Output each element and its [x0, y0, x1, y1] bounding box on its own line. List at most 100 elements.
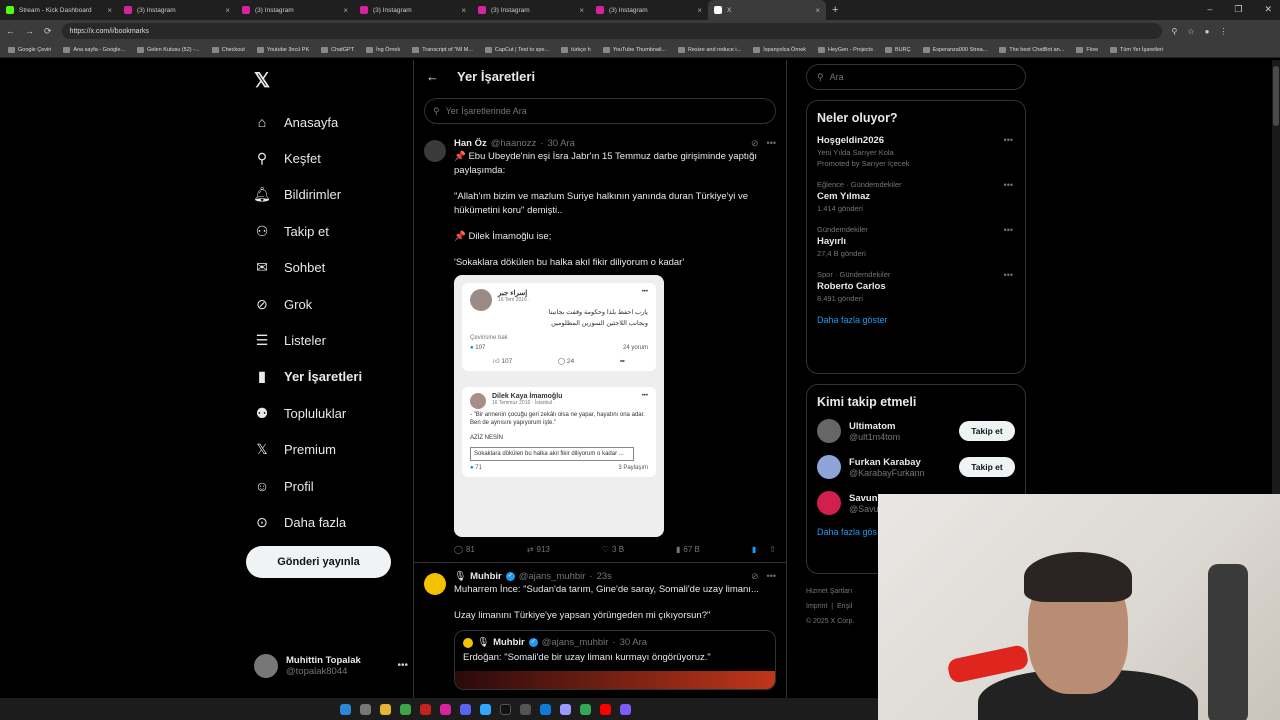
app-icon[interactable]	[619, 703, 631, 715]
more-dots-icon[interactable]: •••	[767, 138, 776, 149]
post-button[interactable]: Gönderi yayınla	[246, 546, 391, 578]
bookmark-item[interactable]: BURÇ	[884, 46, 911, 53]
follow-suggestion[interactable]: Furkan Karabay @KarabayFurkann Takip et	[817, 455, 1015, 479]
close-icon[interactable]: ×	[343, 6, 348, 15]
views-button[interactable]: ▮ 67 B	[676, 545, 700, 554]
follow-button[interactable]: Takip et	[959, 421, 1015, 441]
reload-icon[interactable]: ⟳	[44, 26, 52, 37]
tweet[interactable]: Han Öz @haanozz · 30 Ara ⊘ ••• 📌 Ebu Ube…	[414, 130, 786, 563]
bookmark-item[interactable]: Transcript of "MI M...	[412, 46, 473, 53]
bookmark-item[interactable]: YouTube Thumbnail...	[602, 46, 666, 53]
bookmark-item[interactable]: CapCut | Text to spe...	[484, 46, 549, 53]
after-effects-icon[interactable]	[559, 703, 571, 715]
bookmark-item[interactable]: Esperanza000 Strea...	[922, 46, 987, 53]
bookmark-item[interactable]: Youtube 3ncü PK	[256, 46, 309, 53]
tweet-time[interactable]: 30 Ara	[547, 138, 574, 149]
close-icon[interactable]: ×	[225, 6, 230, 15]
close-icon[interactable]: ×	[697, 6, 702, 15]
windows-start-icon[interactable]	[339, 703, 351, 715]
trend-item[interactable]: Eğlence · Gündemdekiler Cem Yılmaz 1.414 g…	[817, 180, 1015, 213]
page-scrollbar[interactable]	[1272, 60, 1280, 500]
more-dots-icon[interactable]: •••	[397, 660, 408, 671]
browser-tab[interactable]: (3) Instagram ×	[354, 0, 472, 20]
bookmark-item[interactable]: İng Örnek	[366, 46, 400, 53]
bookmark-item[interactable]: Gelen Kutusu (52) -...	[137, 46, 200, 53]
footer-link[interactable]: Hizmet Şartları	[806, 588, 852, 595]
back-arrow-icon[interactable]: ←	[426, 69, 439, 84]
nav-item[interactable]: ⊙ Daha fazla	[246, 504, 412, 540]
trend-item[interactable]: Gündemdekiler Hayırlı 27,4 B gönderi •••	[817, 225, 1015, 258]
bookmark-item[interactable]: Resize and reduce i...	[678, 46, 741, 53]
search-input[interactable]: ⚲ Ara	[806, 64, 1026, 90]
instagram-icon[interactable]	[439, 703, 451, 715]
trend-item[interactable]: Spor · Gündemdekiler Roberto Carlos 8.491 …	[817, 270, 1015, 303]
forward-arrow-icon[interactable]: →	[25, 26, 34, 36]
reply-button[interactable]: ◯ 81	[454, 545, 475, 554]
bookmark-item[interactable]: İspanyolca Örnek	[753, 46, 806, 53]
tweet-time[interactable]: 23s	[597, 571, 612, 582]
more-dots-icon[interactable]: •••	[1004, 225, 1013, 235]
bookmark-item[interactable]: The best ChatBot an...	[999, 46, 1064, 53]
bookmark-item[interactable]: Google Çeviri	[8, 46, 51, 53]
nav-item[interactable]: ✉ Sohbet	[246, 250, 412, 286]
bookmark-item[interactable]: Flow	[1076, 46, 1098, 53]
bookmark-item[interactable]: Checkout	[211, 46, 245, 53]
edge-icon[interactable]	[539, 703, 551, 715]
x-logo-icon[interactable]: 𝕏	[254, 68, 270, 93]
bookmark-item[interactable]: Ana sayfa - Google...	[63, 46, 125, 53]
scrollbar-thumb[interactable]	[1273, 66, 1279, 126]
follow-button[interactable]: Takip et	[959, 457, 1015, 477]
nav-item[interactable]: ☰ Listeler	[246, 322, 412, 358]
browser-tab[interactable]: (3) Instagram ×	[118, 0, 236, 20]
minimize-icon[interactable]: –	[1207, 4, 1212, 15]
nav-item[interactable]: ⚲ Keşfet	[246, 140, 412, 176]
more-dots-icon[interactable]: •••	[1004, 135, 1013, 145]
search-icon[interactable]	[359, 703, 371, 715]
profile-icon[interactable]: ●	[1205, 27, 1210, 36]
more-dots-icon[interactable]: •••	[767, 571, 776, 582]
menu-dots-icon[interactable]: ⋮	[1219, 27, 1227, 36]
nav-item[interactable]: 🔔︎ Bildirimler	[246, 177, 412, 213]
more-dots-icon[interactable]: •••	[1004, 180, 1013, 190]
tiktok-icon[interactable]	[499, 703, 511, 715]
browser-tab[interactable]: Stream - Kick Dashboard ×	[0, 0, 118, 20]
avatar[interactable]	[817, 419, 841, 443]
star-icon[interactable]: ☆	[1187, 27, 1194, 36]
nav-item[interactable]: ⚉ Topluluklar	[246, 395, 412, 431]
tweet-author-handle[interactable]: @ajans_muhbir	[519, 571, 586, 582]
tweet[interactable]: 🎙︎ Muhbir ✓ @ajans_muhbir · 23s ⊘ ••• Mu…	[414, 563, 786, 699]
close-icon[interactable]: ×	[461, 6, 466, 15]
close-icon[interactable]: ×	[579, 6, 584, 15]
bookmark-item[interactable]: türkçe h	[561, 46, 591, 53]
bookmark-item[interactable]: HeyGen - Projects	[818, 46, 873, 53]
follow-suggestion[interactable]: Ultimatom @ult1m4tom Takip et	[817, 419, 1015, 443]
folder-icon[interactable]	[379, 703, 391, 715]
browser-tab[interactable]: (3) Instagram ×	[590, 0, 708, 20]
chrome-icon[interactable]	[579, 703, 591, 715]
close-icon[interactable]: ✕	[1264, 4, 1272, 15]
close-icon[interactable]: ×	[815, 6, 820, 15]
avatar[interactable]	[817, 455, 841, 479]
url-input[interactable]: https://x.com/i/bookmarks	[61, 23, 1162, 39]
browser-tab[interactable]: (3) Instagram ×	[236, 0, 354, 20]
grok-icon[interactable]: ⊘	[751, 571, 759, 582]
share-icon[interactable]: ⇧	[769, 545, 776, 554]
tweet-author-handle[interactable]: @haanozz	[491, 138, 537, 149]
more-dots-icon[interactable]: •••	[1004, 270, 1013, 280]
nav-item[interactable]: ⊘ Grok	[246, 286, 412, 322]
bookmark-button[interactable]: ▮ ⇧	[752, 545, 776, 554]
bookmarks-search-input[interactable]: ⚲ Yer İşaretlerinde Ara	[424, 98, 776, 124]
nav-item[interactable]: ⌂ Anasayfa	[246, 104, 412, 140]
bookmark-item[interactable]: ChatGPT	[321, 46, 354, 53]
grok-icon[interactable]: ⊘	[751, 138, 759, 149]
close-icon[interactable]: ×	[107, 6, 112, 15]
footer-link[interactable]: Erişil	[837, 603, 852, 610]
nav-item[interactable]: 𝕏 Premium	[246, 432, 412, 468]
browser-tab[interactable]: (3) Instagram ×	[472, 0, 590, 20]
avatar[interactable]	[424, 140, 446, 162]
repost-button[interactable]: ⇄ 913	[527, 545, 550, 554]
account-switcher[interactable]: Muhittin Topalak @topalak8044 •••	[254, 654, 408, 678]
nav-item[interactable]: ⚇ Takip et	[246, 213, 412, 249]
tweet-author-name[interactable]: Muhbir	[470, 571, 502, 582]
footer-link[interactable]: Imprint	[806, 603, 827, 610]
